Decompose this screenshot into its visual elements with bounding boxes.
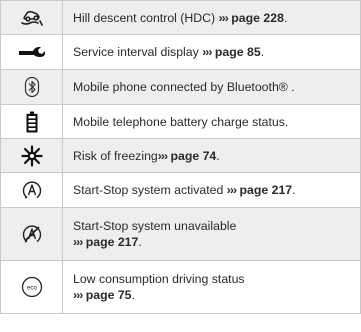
wrench-icon xyxy=(18,45,46,59)
row-text: Risk of freezing››› page 74. xyxy=(62,138,361,173)
icon-cell xyxy=(0,138,63,173)
eco-icon: eco xyxy=(21,276,43,298)
indicator-legend-table: Hill descent control (HDC) ››› page 228.… xyxy=(0,0,361,314)
start-stop-unavailable-icon xyxy=(21,225,43,243)
table-row: Hill descent control (HDC) ››› page 228. xyxy=(0,0,361,35)
icon-cell xyxy=(0,34,63,70)
page-reference-link[interactable]: page 74 xyxy=(170,149,216,163)
row-text: Mobile telephone battery charge status. xyxy=(62,104,361,139)
page-reference-link[interactable]: page 228 xyxy=(231,11,284,25)
row-text: Mobile phone connected by Bluetooth® . xyxy=(62,69,361,105)
table-row: Risk of freezing››› page 74. xyxy=(0,138,361,173)
icon-cell xyxy=(0,104,63,139)
table-row: Mobile phone connected by Bluetooth® . xyxy=(0,69,361,105)
row-text: Service interval display ››› page 85. xyxy=(62,34,361,70)
snowflake-icon xyxy=(20,144,43,167)
page-reference-link[interactable]: page 85 xyxy=(215,45,261,59)
table-row: Mobile telephone battery charge status. xyxy=(0,104,361,139)
row-text: Start-Stop system unavailable ››› page 21… xyxy=(62,207,361,261)
bluetooth-icon xyxy=(24,76,40,98)
icon-cell xyxy=(0,69,63,105)
row-text: Start-Stop system activated ››› page 217… xyxy=(62,172,361,208)
table-row: Start-Stop system activated ››› page 217… xyxy=(0,172,361,208)
icon-cell xyxy=(0,0,63,35)
page-reference-link[interactable]: page 217 xyxy=(86,235,139,249)
row-text: Low consumption driving status ››› page 7… xyxy=(62,260,361,314)
table-row: Start-Stop system unavailable ››› page 21… xyxy=(0,207,361,261)
svg-text:eco: eco xyxy=(27,284,38,291)
icon-cell xyxy=(0,207,63,261)
page-reference-link[interactable]: page 217 xyxy=(240,183,293,197)
page-reference-link[interactable]: page 75 xyxy=(86,288,132,302)
icon-cell xyxy=(0,172,63,208)
table-row: Service interval display ››› page 85. xyxy=(0,34,361,70)
table-row: eco Low consumption driving status ››› pa… xyxy=(0,260,361,314)
hill-descent-control-icon xyxy=(20,10,44,26)
battery-icon xyxy=(26,111,38,132)
row-text: Hill descent control (HDC) ››› page 228. xyxy=(62,0,361,35)
start-stop-active-icon xyxy=(21,181,43,199)
legend-page: Hill descent control (HDC) ››› page 228.… xyxy=(0,0,361,332)
icon-cell: eco xyxy=(0,260,63,314)
